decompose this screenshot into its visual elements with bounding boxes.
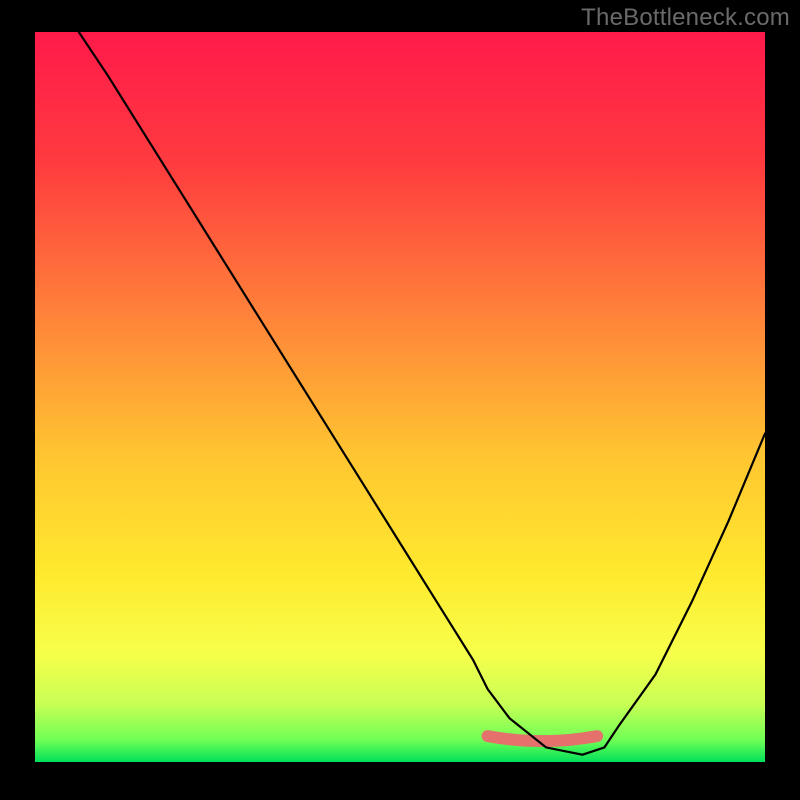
highlight-segment xyxy=(488,736,597,741)
watermark-text: TheBottleneck.com xyxy=(581,4,790,32)
chart-svg xyxy=(0,0,800,800)
plot-area xyxy=(35,32,765,762)
chart-root: TheBottleneck.com xyxy=(0,0,800,800)
